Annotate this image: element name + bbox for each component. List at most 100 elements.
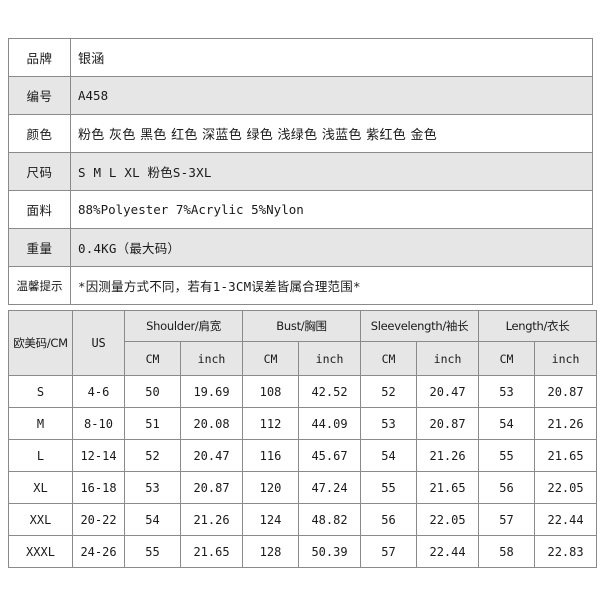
cell-shoulder-cm: 50	[124, 375, 181, 408]
cell-sleeve-cm: 53	[360, 407, 418, 440]
cell-us: 8-10	[72, 407, 125, 440]
cell-bust-inch: 42.52	[298, 375, 362, 408]
info-value-color: 粉色 灰色 黑色 红色 深蓝色 绿色 浅绿色 浅蓝色 紫红色 金色	[70, 114, 593, 153]
info-label-weight: 重量	[8, 228, 71, 267]
table-row: XL 16-18 53 20.87 120 47.24 55 21.65 56 …	[8, 471, 598, 504]
cell-size: XXL	[8, 503, 73, 536]
info-value-brand: 银涵	[70, 38, 593, 77]
cell-us: 4-6	[72, 375, 125, 408]
cell-shoulder-inch: 21.26	[179, 503, 244, 536]
cell-us: 16-18	[72, 471, 125, 504]
info-value-fabric: 88%Polyester 7%Acrylic 5%Nylon	[70, 190, 593, 229]
table-row: XXXL 24-26 55 21.65 128 50.39 57 22.44 5…	[8, 535, 598, 568]
cell-length-cm: 56	[478, 471, 536, 504]
cell-shoulder-cm: 53	[124, 471, 181, 504]
cell-sleeve-cm: 55	[360, 471, 418, 504]
info-row-fabric: 面料 88%Polyester 7%Acrylic 5%Nylon	[8, 190, 593, 229]
cell-sleeve-inch: 21.26	[416, 439, 480, 472]
cell-sleeve-cm: 52	[360, 375, 418, 408]
size-chart-body: S 4-6 50 19.69 108 42.52 52 20.47 53 20.…	[8, 375, 598, 568]
cell-bust-cm: 128	[242, 535, 300, 568]
cell-shoulder-cm: 55	[124, 535, 181, 568]
cell-shoulder-cm: 51	[124, 407, 181, 440]
info-row-color: 颜色 粉色 灰色 黑色 红色 深蓝色 绿色 浅绿色 浅蓝色 紫红色 金色	[8, 114, 593, 153]
info-label-size: 尺码	[8, 152, 71, 191]
cell-length-cm: 58	[478, 535, 536, 568]
size-chart-header: 欧美码/CM US Shoulder/肩宽 Bust/胸围 Sleeveleng…	[8, 310, 598, 376]
cell-bust-inch: 45.67	[298, 439, 362, 472]
cell-length-inch: 22.83	[534, 535, 598, 568]
cell-shoulder-cm: 52	[124, 439, 181, 472]
table-row: L 12-14 52 20.47 116 45.67 54 21.26 55 2…	[8, 439, 598, 472]
cell-us: 24-26	[72, 535, 125, 568]
header-bust: Bust/胸围	[242, 310, 362, 342]
cell-sleeve-cm: 56	[360, 503, 418, 536]
header-length-inch: inch	[534, 341, 598, 376]
cell-bust-inch: 47.24	[298, 471, 362, 504]
info-value-notice: *因测量方式不同，若有1-3CM误差皆属合理范围*	[70, 266, 593, 305]
cell-bust-cm: 120	[242, 471, 300, 504]
size-chart-group-header-row: 欧美码/CM US Shoulder/肩宽 Bust/胸围 Sleeveleng…	[8, 310, 598, 376]
info-value-weight: 0.4KG（最大码）	[70, 228, 593, 267]
cell-shoulder-inch: 20.87	[179, 471, 244, 504]
cell-us: 12-14	[72, 439, 125, 472]
cell-shoulder-inch: 20.47	[179, 439, 244, 472]
header-us: US	[72, 310, 125, 376]
cell-shoulder-inch: 21.65	[179, 535, 244, 568]
cell-sleeve-cm: 57	[360, 535, 418, 568]
info-label-fabric: 面料	[8, 190, 71, 229]
info-label-model: 编号	[8, 76, 71, 115]
header-sleevelength: Sleevelength/袖长	[360, 310, 480, 342]
cell-length-inch: 22.44	[534, 503, 598, 536]
info-row-size: 尺码 S M L XL 粉色S-3XL	[8, 152, 593, 191]
product-spec-page: 品牌 银涵 编号 A458 颜色 粉色 灰色 黑色 红色 深蓝色 绿色 浅绿色 …	[0, 0, 600, 600]
info-row-weight: 重量 0.4KG（最大码）	[8, 228, 593, 267]
cell-sleeve-cm: 54	[360, 439, 418, 472]
info-label-notice: 温馨提示	[8, 266, 71, 305]
table-row: M 8-10 51 20.08 112 44.09 53 20.87 54 21…	[8, 407, 598, 440]
table-row: S 4-6 50 19.69 108 42.52 52 20.47 53 20.…	[8, 375, 598, 408]
cell-length-cm: 55	[478, 439, 536, 472]
size-chart-table: 欧美码/CM US Shoulder/肩宽 Bust/胸围 Sleeveleng…	[8, 310, 598, 568]
cell-size: XXXL	[8, 535, 73, 568]
info-label-brand: 品牌	[8, 38, 71, 77]
cell-sleeve-inch: 21.65	[416, 471, 480, 504]
cell-size: XL	[8, 471, 73, 504]
header-bust-cm: CM	[242, 341, 300, 376]
cell-bust-cm: 112	[242, 407, 300, 440]
info-row-model: 编号 A458	[8, 76, 593, 115]
cell-sleeve-inch: 20.47	[416, 375, 480, 408]
cell-shoulder-inch: 19.69	[179, 375, 244, 408]
cell-bust-cm: 108	[242, 375, 300, 408]
cell-size: M	[8, 407, 73, 440]
info-row-brand: 品牌 银涵	[8, 38, 593, 77]
cell-sleeve-inch: 20.87	[416, 407, 480, 440]
cell-sleeve-inch: 22.44	[416, 535, 480, 568]
cell-length-inch: 22.05	[534, 471, 598, 504]
info-row-notice: 温馨提示 *因测量方式不同，若有1-3CM误差皆属合理范围*	[8, 266, 593, 305]
info-label-color: 颜色	[8, 114, 71, 153]
product-info-table: 品牌 银涵 编号 A458 颜色 粉色 灰色 黑色 红色 深蓝色 绿色 浅绿色 …	[8, 38, 593, 305]
cell-bust-inch: 48.82	[298, 503, 362, 536]
header-shoulder: Shoulder/肩宽	[123, 310, 244, 342]
cell-bust-inch: 44.09	[298, 407, 362, 440]
cell-us: 20-22	[72, 503, 125, 536]
header-shoulder-cm: CM	[124, 341, 181, 376]
cell-length-cm: 57	[478, 503, 536, 536]
cell-length-cm: 54	[478, 407, 536, 440]
cell-bust-cm: 116	[242, 439, 300, 472]
header-length-cm: CM	[478, 341, 536, 376]
header-bust-inch: inch	[298, 341, 362, 376]
cell-size: L	[8, 439, 73, 472]
header-length: Length/衣长	[478, 310, 598, 342]
cell-length-inch: 20.87	[534, 375, 598, 408]
cell-sleeve-inch: 22.05	[416, 503, 480, 536]
cell-length-cm: 53	[478, 375, 536, 408]
info-value-model: A458	[70, 76, 593, 115]
cell-shoulder-cm: 54	[124, 503, 181, 536]
info-value-size: S M L XL 粉色S-3XL	[70, 152, 593, 191]
cell-length-inch: 21.65	[534, 439, 598, 472]
header-sleeve-inch: inch	[416, 341, 480, 376]
cell-bust-cm: 124	[242, 503, 300, 536]
table-row: XXL 20-22 54 21.26 124 48.82 56 22.05 57…	[8, 503, 598, 536]
